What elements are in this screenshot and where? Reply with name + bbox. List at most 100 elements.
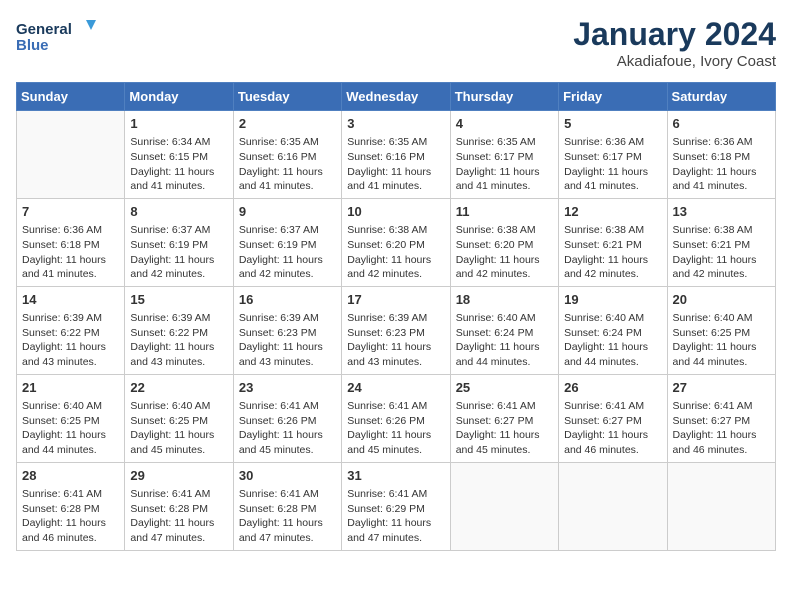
calendar-cell: 23Sunrise: 6:41 AMSunset: 6:26 PMDayligh… bbox=[233, 374, 341, 462]
day-number: 10 bbox=[347, 203, 444, 221]
day-number: 23 bbox=[239, 379, 336, 397]
location-subtitle: Akadiafoue, Ivory Coast bbox=[573, 53, 776, 70]
day-number: 2 bbox=[239, 115, 336, 133]
day-info: Sunrise: 6:36 AMSunset: 6:18 PMDaylight:… bbox=[22, 223, 119, 282]
day-number: 4 bbox=[456, 115, 553, 133]
calendar-cell: 10Sunrise: 6:38 AMSunset: 6:20 PMDayligh… bbox=[342, 198, 450, 286]
day-info: Sunrise: 6:35 AMSunset: 6:17 PMDaylight:… bbox=[456, 135, 553, 194]
day-number: 13 bbox=[673, 203, 770, 221]
calendar-cell: 4 Sunrise: 6:35 AMSunset: 6:17 PMDaylight… bbox=[450, 111, 558, 199]
day-info: Sunrise: 6:37 AMSunset: 6:19 PMDaylight:… bbox=[239, 223, 336, 282]
day-info: Sunrise: 6:39 AMSunset: 6:23 PMDaylight:… bbox=[347, 311, 444, 370]
day-info: Sunrise: 6:35 AMSunset: 6:16 PMDaylight:… bbox=[347, 135, 444, 194]
calendar-cell bbox=[17, 111, 125, 199]
header-day: Monday bbox=[125, 83, 233, 111]
day-info: Sunrise: 6:35 AMSunset: 6:16 PMDaylight:… bbox=[239, 135, 336, 194]
calendar-cell: 6 Sunrise: 6:36 AMSunset: 6:18 PMDaylight… bbox=[667, 111, 775, 199]
calendar-cell bbox=[667, 462, 775, 550]
calendar-cell: 27Sunrise: 6:41 AMSunset: 6:27 PMDayligh… bbox=[667, 374, 775, 462]
day-info: Sunrise: 6:37 AMSunset: 6:19 PMDaylight:… bbox=[130, 223, 227, 282]
day-number: 5 bbox=[564, 115, 661, 133]
day-info: Sunrise: 6:41 AMSunset: 6:27 PMDaylight:… bbox=[456, 399, 553, 458]
page-header: General Blue January 2024 Akadiafoue, Iv… bbox=[16, 16, 776, 70]
day-number: 19 bbox=[564, 291, 661, 309]
day-number: 17 bbox=[347, 291, 444, 309]
day-info: Sunrise: 6:34 AMSunset: 6:15 PMDaylight:… bbox=[130, 135, 227, 194]
header-day: Wednesday bbox=[342, 83, 450, 111]
day-number: 8 bbox=[130, 203, 227, 221]
calendar-cell: 3 Sunrise: 6:35 AMSunset: 6:16 PMDaylight… bbox=[342, 111, 450, 199]
calendar-cell: 16Sunrise: 6:39 AMSunset: 6:23 PMDayligh… bbox=[233, 286, 341, 374]
day-number: 21 bbox=[22, 379, 119, 397]
calendar-week-row: 7 Sunrise: 6:36 AMSunset: 6:18 PMDaylight… bbox=[17, 198, 776, 286]
calendar-cell: 18 Sunrise: 6:40 AMSunset: 6:24 PMDayligh… bbox=[450, 286, 558, 374]
day-info: Sunrise: 6:40 AMSunset: 6:25 PMDaylight:… bbox=[22, 399, 119, 458]
month-title: January 2024 bbox=[573, 16, 776, 53]
calendar-cell: 31Sunrise: 6:41 AMSunset: 6:29 PMDayligh… bbox=[342, 462, 450, 550]
calendar-cell bbox=[450, 462, 558, 550]
day-number: 28 bbox=[22, 467, 119, 485]
calendar-cell: 2 Sunrise: 6:35 AMSunset: 6:16 PMDaylight… bbox=[233, 111, 341, 199]
day-number: 27 bbox=[673, 379, 770, 397]
day-info: Sunrise: 6:41 AMSunset: 6:27 PMDaylight:… bbox=[564, 399, 661, 458]
header-day: Friday bbox=[559, 83, 667, 111]
day-number: 15 bbox=[130, 291, 227, 309]
day-number: 1 bbox=[130, 115, 227, 133]
calendar-week-row: 21 Sunrise: 6:40 AMSunset: 6:25 PMDayligh… bbox=[17, 374, 776, 462]
day-info: Sunrise: 6:40 AMSunset: 6:25 PMDaylight:… bbox=[673, 311, 770, 370]
day-number: 12 bbox=[564, 203, 661, 221]
day-info: Sunrise: 6:41 AMSunset: 6:28 PMDaylight:… bbox=[130, 487, 227, 546]
day-number: 11 bbox=[456, 203, 553, 221]
day-info: Sunrise: 6:39 AMSunset: 6:23 PMDaylight:… bbox=[239, 311, 336, 370]
calendar-cell: 26 Sunrise: 6:41 AMSunset: 6:27 PMDayligh… bbox=[559, 374, 667, 462]
calendar-cell: 17 Sunrise: 6:39 AMSunset: 6:23 PMDayligh… bbox=[342, 286, 450, 374]
calendar-cell bbox=[559, 462, 667, 550]
calendar-cell: 9Sunrise: 6:37 AMSunset: 6:19 PMDaylight… bbox=[233, 198, 341, 286]
day-info: Sunrise: 6:40 AMSunset: 6:25 PMDaylight:… bbox=[130, 399, 227, 458]
calendar-cell: 12 Sunrise: 6:38 AMSunset: 6:21 PMDayligh… bbox=[559, 198, 667, 286]
svg-text:Blue: Blue bbox=[16, 37, 49, 54]
day-number: 7 bbox=[22, 203, 119, 221]
day-info: Sunrise: 6:38 AMSunset: 6:20 PMDaylight:… bbox=[456, 223, 553, 282]
day-number: 20 bbox=[673, 291, 770, 309]
day-number: 26 bbox=[564, 379, 661, 397]
day-number: 25 bbox=[456, 379, 553, 397]
day-number: 24 bbox=[347, 379, 444, 397]
calendar-cell: 25 Sunrise: 6:41 AMSunset: 6:27 PMDayligh… bbox=[450, 374, 558, 462]
calendar-table: SundayMondayTuesdayWednesdayThursdayFrid… bbox=[16, 82, 776, 551]
header-day: Thursday bbox=[450, 83, 558, 111]
day-number: 29 bbox=[130, 467, 227, 485]
day-number: 31 bbox=[347, 467, 444, 485]
header-row: SundayMondayTuesdayWednesdayThursdayFrid… bbox=[17, 83, 776, 111]
calendar-cell: 1 Sunrise: 6:34 AMSunset: 6:15 PMDaylight… bbox=[125, 111, 233, 199]
day-number: 22 bbox=[130, 379, 227, 397]
header-day: Tuesday bbox=[233, 83, 341, 111]
calendar-cell: 5Sunrise: 6:36 AMSunset: 6:17 PMDaylight… bbox=[559, 111, 667, 199]
calendar-cell: 19 Sunrise: 6:40 AMSunset: 6:24 PMDayligh… bbox=[559, 286, 667, 374]
calendar-cell: 7 Sunrise: 6:36 AMSunset: 6:18 PMDaylight… bbox=[17, 198, 125, 286]
day-info: Sunrise: 6:39 AMSunset: 6:22 PMDaylight:… bbox=[22, 311, 119, 370]
calendar-cell: 13Sunrise: 6:38 AMSunset: 6:21 PMDayligh… bbox=[667, 198, 775, 286]
day-info: Sunrise: 6:40 AMSunset: 6:24 PMDaylight:… bbox=[456, 311, 553, 370]
calendar-cell: 11 Sunrise: 6:38 AMSunset: 6:20 PMDayligh… bbox=[450, 198, 558, 286]
day-number: 6 bbox=[673, 115, 770, 133]
header-day: Saturday bbox=[667, 83, 775, 111]
day-number: 3 bbox=[347, 115, 444, 133]
day-info: Sunrise: 6:38 AMSunset: 6:21 PMDaylight:… bbox=[564, 223, 661, 282]
calendar-cell: 22 Sunrise: 6:40 AMSunset: 6:25 PMDayligh… bbox=[125, 374, 233, 462]
logo-svg: General Blue bbox=[16, 16, 96, 58]
day-info: Sunrise: 6:41 AMSunset: 6:28 PMDaylight:… bbox=[22, 487, 119, 546]
calendar-week-row: 14 Sunrise: 6:39 AMSunset: 6:22 PMDayligh… bbox=[17, 286, 776, 374]
calendar-cell: 14 Sunrise: 6:39 AMSunset: 6:22 PMDayligh… bbox=[17, 286, 125, 374]
svg-text:General: General bbox=[16, 21, 72, 38]
day-number: 18 bbox=[456, 291, 553, 309]
day-info: Sunrise: 6:40 AMSunset: 6:24 PMDaylight:… bbox=[564, 311, 661, 370]
title-block: January 2024 Akadiafoue, Ivory Coast bbox=[573, 16, 776, 70]
day-info: Sunrise: 6:36 AMSunset: 6:18 PMDaylight:… bbox=[673, 135, 770, 194]
calendar-cell: 15Sunrise: 6:39 AMSunset: 6:22 PMDayligh… bbox=[125, 286, 233, 374]
logo: General Blue bbox=[16, 16, 96, 58]
calendar-cell: 29 Sunrise: 6:41 AMSunset: 6:28 PMDayligh… bbox=[125, 462, 233, 550]
day-number: 14 bbox=[22, 291, 119, 309]
calendar-cell: 30Sunrise: 6:41 AMSunset: 6:28 PMDayligh… bbox=[233, 462, 341, 550]
calendar-cell: 28 Sunrise: 6:41 AMSunset: 6:28 PMDayligh… bbox=[17, 462, 125, 550]
